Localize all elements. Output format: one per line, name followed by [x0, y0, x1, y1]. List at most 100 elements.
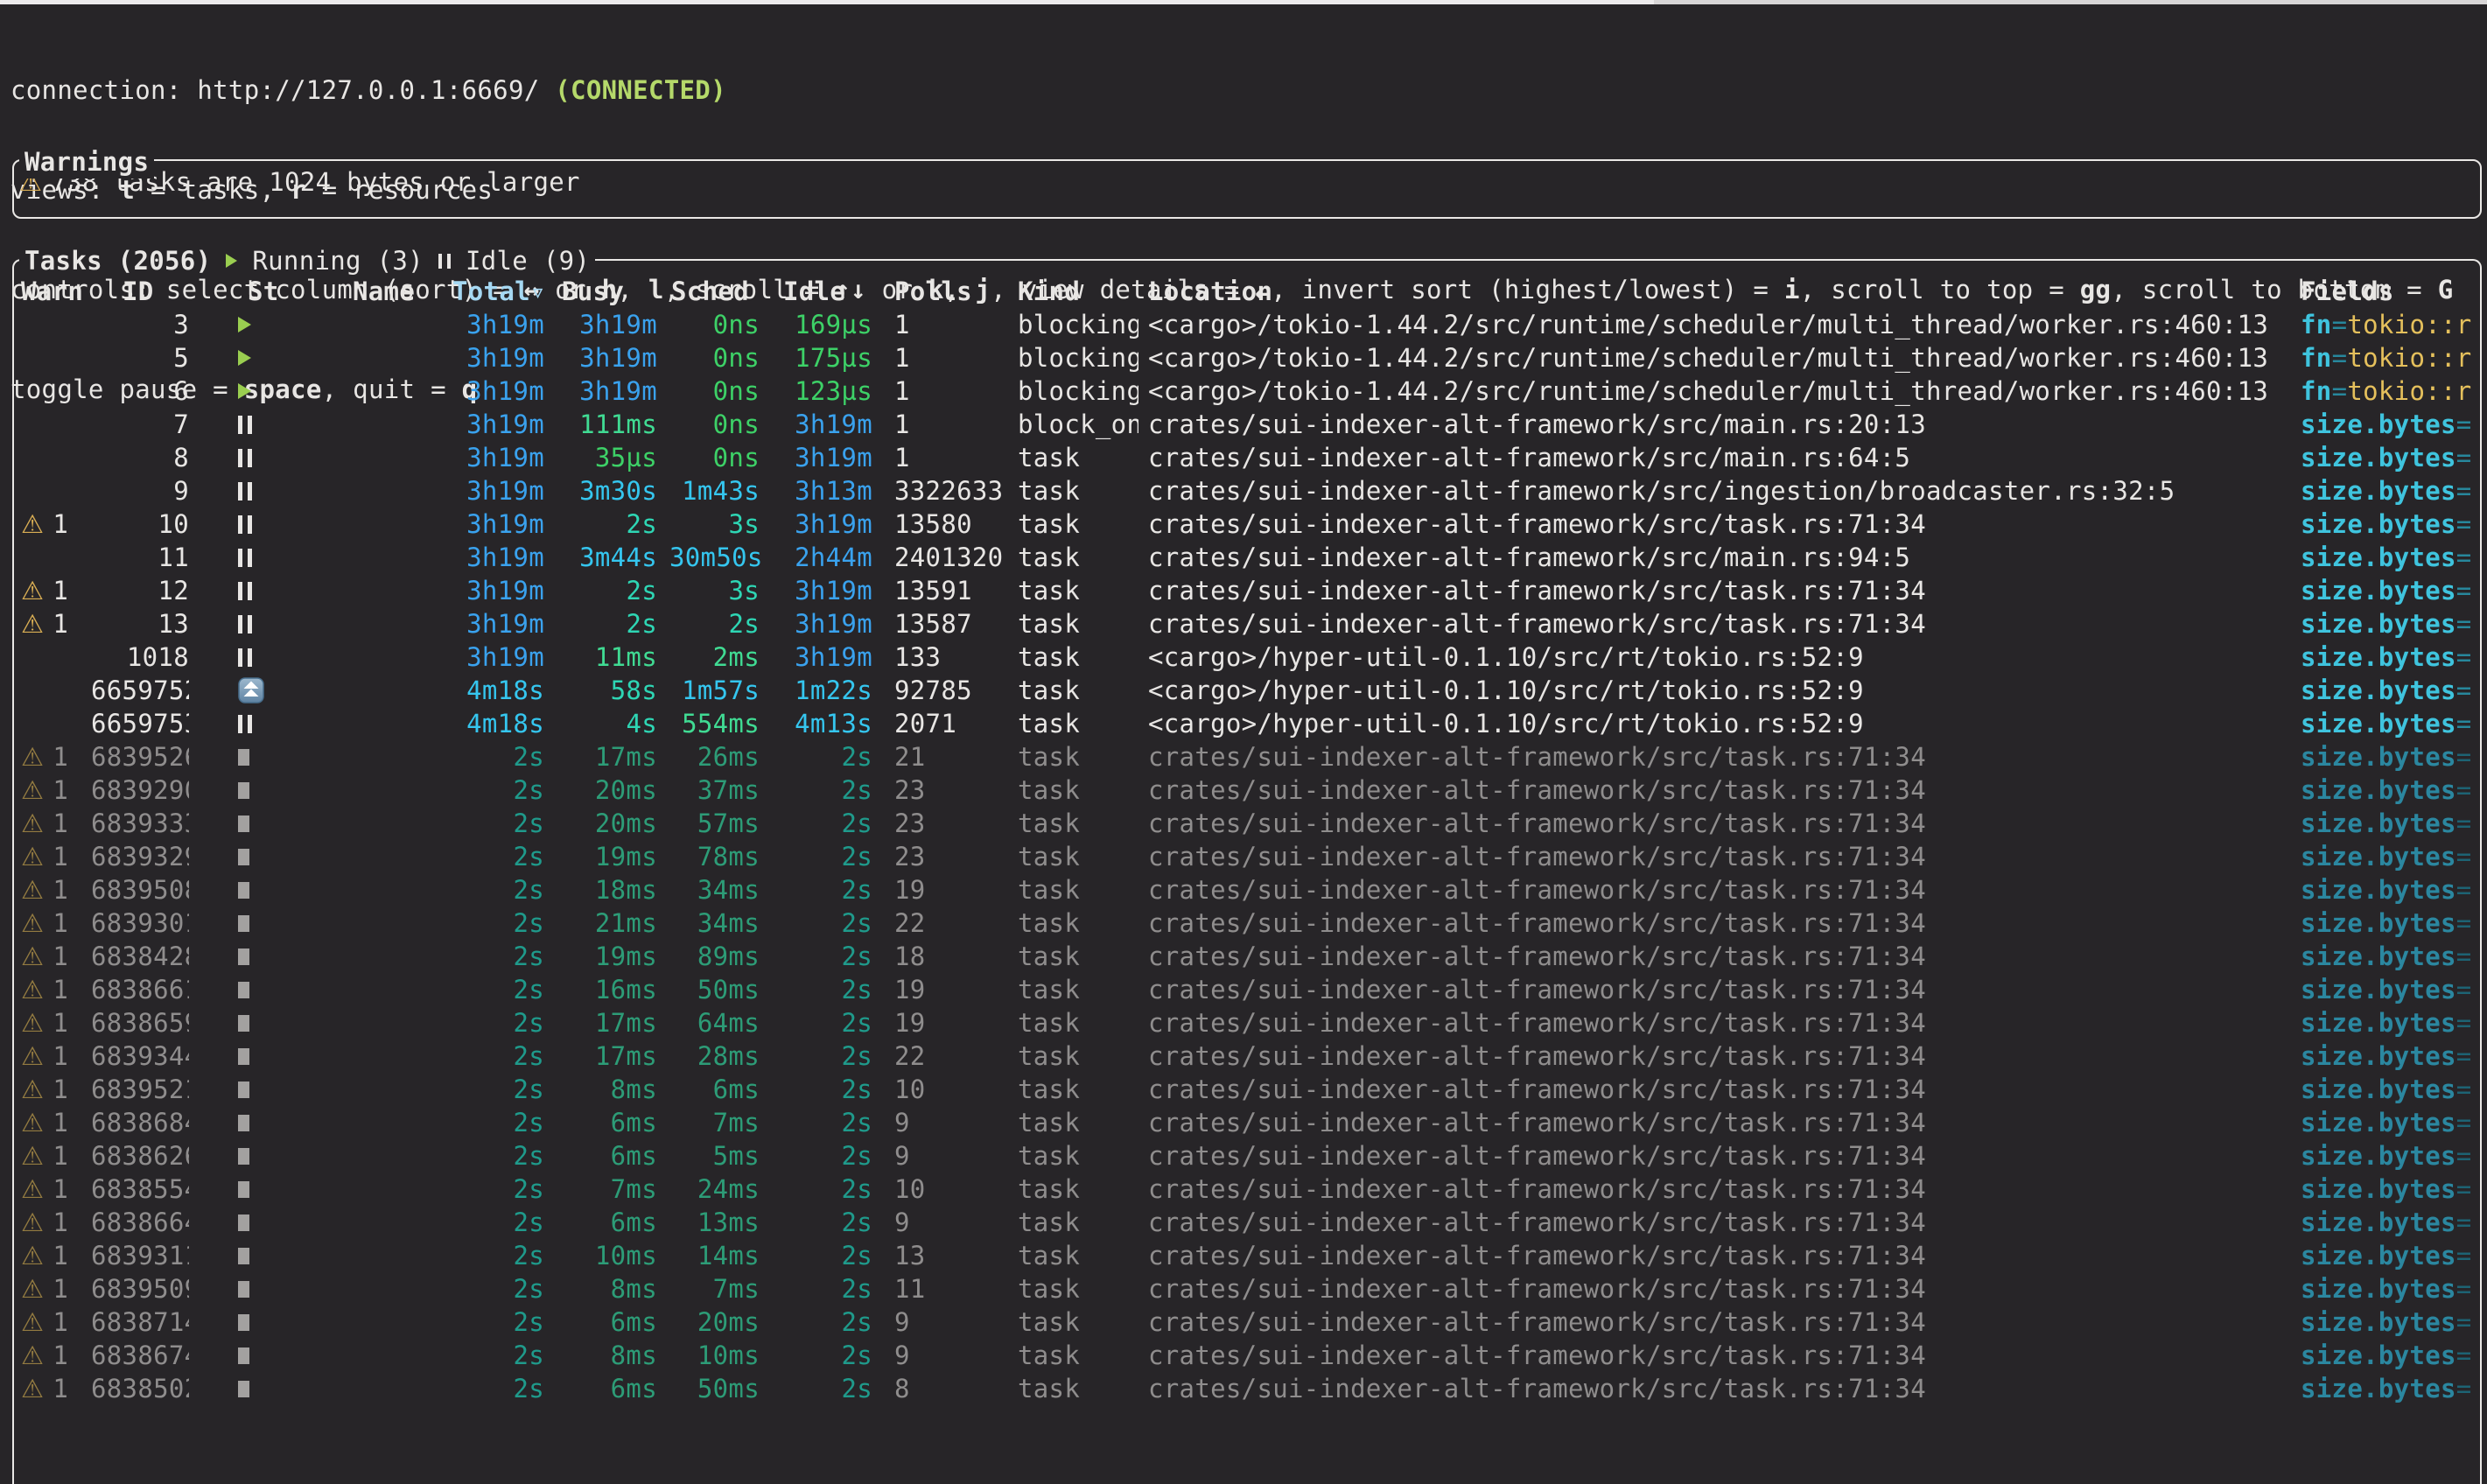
cell-busy: 3h19m [557, 374, 669, 408]
cell-state [189, 1172, 277, 1206]
task-row[interactable]: 93h19m3m30s1m43s3h13m3322633taskcrates/s… [14, 474, 2480, 508]
cell-warn: ⚠1 [18, 873, 91, 906]
cell-warn: ⚠1 [18, 1139, 91, 1172]
cell-busy: 6ms [557, 1372, 669, 1405]
task-row[interactable]: ⚠168395212s8ms6ms2s10taskcrates/sui-inde… [14, 1073, 2480, 1106]
column-header-name[interactable]: Name [277, 275, 452, 308]
cell-fields: size.bytes= [2301, 1073, 2480, 1106]
cell-name [277, 973, 452, 1006]
task-row[interactable]: 63h19m3h19m0ns123µs1blocking<cargo>/toki… [14, 374, 2480, 408]
cell-kind: task [1008, 574, 1138, 607]
field-name: size.bytes [2301, 1074, 2456, 1104]
task-row[interactable]: 113h19m3m44s30m50s2h44m2401320taskcrates… [14, 541, 2480, 574]
connection-line: connection: http://127.0.0.1:6669/ (CONN… [11, 74, 2487, 107]
column-header-sched[interactable]: Sched [669, 275, 772, 308]
idle-state-icon [238, 581, 252, 600]
cell-polls: 1 [885, 341, 1008, 374]
task-row[interactable]: 73h19m111ms0ns3h19m1block_oncrates/sui-i… [14, 408, 2480, 441]
column-header-warn[interactable]: Warn [18, 275, 91, 308]
task-row[interactable]: ⚠1103h19m2s3s3h19m13580taskcrates/sui-in… [14, 508, 2480, 541]
completed-state-icon [238, 982, 249, 998]
task-row[interactable]: 66597524m18s58s1m57s1m22s92785task<cargo… [14, 674, 2480, 707]
column-header-kind[interactable]: Kind [1008, 275, 1138, 308]
task-row[interactable]: ⚠168385022s6ms50ms2s8taskcrates/sui-inde… [14, 1372, 2480, 1405]
cell-total: 2s [452, 740, 557, 774]
task-row[interactable]: 33h19m3h19m0ns169µs1blocking<cargo>/toki… [14, 308, 2480, 341]
cell-sched: 13ms [669, 1206, 772, 1239]
task-row[interactable]: 66597534m18s4s554ms4m13s2071task<cargo>/… [14, 707, 2480, 740]
task-row[interactable]: ⚠168386612s16ms50ms2s19taskcrates/sui-in… [14, 973, 2480, 1006]
task-row[interactable]: ⚠1123h19m2s3s3h19m13591taskcrates/sui-in… [14, 574, 2480, 607]
cell-sched: 37ms [669, 774, 772, 807]
cell-busy: 6ms [557, 1106, 669, 1139]
cell-state [189, 807, 277, 840]
task-row[interactable]: ⚠168386642s6ms13ms2s9taskcrates/sui-inde… [14, 1206, 2480, 1239]
task-row[interactable]: ⚠168395262s17ms26ms2s21taskcrates/sui-in… [14, 740, 2480, 774]
task-row[interactable]: 53h19m3h19m0ns175µs1blocking<cargo>/toki… [14, 341, 2480, 374]
cell-polls: 133 [885, 640, 1008, 674]
task-row[interactable]: ⚠168393292s19ms78ms2s23taskcrates/sui-in… [14, 840, 2480, 873]
cell-name [277, 374, 452, 408]
field-equals: = [2456, 1074, 2472, 1104]
column-header-busy[interactable]: Busy [557, 275, 669, 308]
task-row[interactable]: ⚠168385542s7ms24ms2s10taskcrates/sui-ind… [14, 1172, 2480, 1206]
column-header-total[interactable]: Total▿ [452, 275, 557, 308]
task-row[interactable]: ⚠168393332s20ms57ms2s23taskcrates/sui-in… [14, 807, 2480, 840]
cell-location: crates/sui-indexer-alt-framework/src/mai… [1138, 441, 2301, 474]
cell-total: 2s [452, 807, 557, 840]
field-equals: = [2456, 1208, 2472, 1237]
cell-warn: ⚠1 [18, 840, 91, 873]
cell-name [277, 574, 452, 607]
scrollbar-thumb[interactable] [0, 0, 1654, 4]
warning-triangle-icon: ⚠ [21, 975, 44, 1004]
task-row[interactable]: ⚠168393012s21ms34ms2s22taskcrates/sui-in… [14, 906, 2480, 940]
task-row[interactable]: ⚠168386742s8ms10ms2s9taskcrates/sui-inde… [14, 1339, 2480, 1372]
column-header-id[interactable]: ID [91, 275, 189, 308]
cell-kind: task [1008, 1339, 1138, 1372]
cell-id: 6838714 [91, 1306, 189, 1339]
cell-polls: 13591 [885, 574, 1008, 607]
completed-state-icon [238, 1181, 249, 1198]
task-row[interactable]: ⚠168393442s17ms28ms2s22taskcrates/sui-in… [14, 1040, 2480, 1073]
cell-warn: ⚠1 [18, 973, 91, 1006]
cell-id: 6659752 [91, 674, 189, 707]
task-row[interactable]: ⚠168387142s6ms20ms2s9taskcrates/sui-inde… [14, 1306, 2480, 1339]
cell-busy: 11ms [557, 640, 669, 674]
field-name: size.bytes [2301, 975, 2456, 1004]
column-header-state[interactable]: State [189, 275, 277, 308]
task-row[interactable]: ⚠168384282s19ms89ms2s18taskcrates/sui-in… [14, 940, 2480, 973]
task-row[interactable]: ⚠1133h19m2s2s3h19m13587taskcrates/sui-in… [14, 607, 2480, 640]
warn-count: 1 [53, 842, 68, 872]
cell-fields: size.bytes= [2301, 474, 2480, 508]
task-row[interactable]: 83h19m35µs0ns3h19m1taskcrates/sui-indexe… [14, 441, 2480, 474]
task-row[interactable]: ⚠168386592s17ms64ms2s19taskcrates/sui-in… [14, 1006, 2480, 1040]
cell-name [277, 441, 452, 474]
task-row[interactable]: ⚠168386842s6ms7ms2s9taskcrates/sui-index… [14, 1106, 2480, 1139]
task-row[interactable]: ⚠168395092s8ms7ms2s11taskcrates/sui-inde… [14, 1272, 2480, 1306]
window-top-scrollbar[interactable] [0, 0, 2487, 4]
column-header-location[interactable]: Location [1138, 275, 2301, 308]
cell-sched: 7ms [669, 1106, 772, 1139]
column-header-idle[interactable]: Idle [772, 275, 885, 308]
field-equals: = [2456, 676, 2472, 705]
task-row[interactable]: ⚠168395082s18ms34ms2s19taskcrates/sui-in… [14, 873, 2480, 906]
cell-idle: 2s [772, 1040, 885, 1073]
cell-location: crates/sui-indexer-alt-framework/src/tas… [1138, 1106, 2301, 1139]
cell-id: 6659753 [91, 707, 189, 740]
cell-warn: ⚠1 [18, 1306, 91, 1339]
cell-kind: task [1008, 607, 1138, 640]
text-segment: (CONNECTED) [555, 75, 726, 105]
cell-sched: 89ms [669, 940, 772, 973]
cell-idle: 3h13m [772, 474, 885, 508]
column-header-fields[interactable]: Fields [2301, 275, 2480, 308]
cell-warn: ⚠1 [18, 574, 91, 607]
task-row[interactable]: 10183h19m11ms2ms3h19m133task<cargo>/hype… [14, 640, 2480, 674]
field-equals: = [2456, 443, 2472, 472]
cell-location: crates/sui-indexer-alt-framework/src/mai… [1138, 408, 2301, 441]
task-row[interactable]: ⚠168392902s20ms37ms2s23taskcrates/sui-in… [14, 774, 2480, 807]
task-row[interactable]: ⚠168386262s6ms5ms2s9taskcrates/sui-index… [14, 1139, 2480, 1172]
cell-id: 6838626 [91, 1139, 189, 1172]
cell-polls: 13580 [885, 508, 1008, 541]
task-row[interactable]: ⚠168393112s10ms14ms2s13taskcrates/sui-in… [14, 1239, 2480, 1272]
column-header-polls[interactable]: Polls [885, 275, 1008, 308]
